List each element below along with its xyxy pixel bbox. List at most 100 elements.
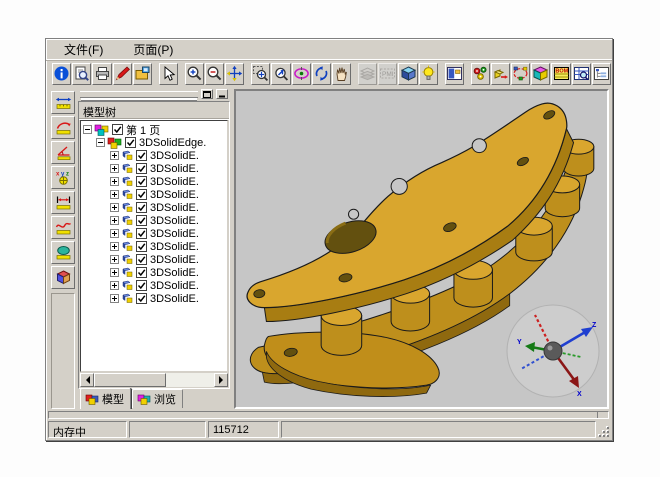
tree-row-part[interactable]: 3DSolidE. [83,188,227,201]
checkbox-checked[interactable] [136,189,147,200]
pan-arrows-button[interactable] [225,63,244,85]
checkbox-checked[interactable] [136,228,147,239]
panel-maximize-button[interactable] [201,89,213,99]
tree-row-part[interactable]: 3DSolidE. [83,227,227,240]
checkbox-checked[interactable] [136,293,147,304]
tree-label[interactable]: 3DSolidE. [150,215,199,227]
tree-label[interactable]: 3DSolidE. [150,150,199,162]
collapse-icon[interactable] [83,125,92,134]
measure-curve-button[interactable] [51,216,75,239]
scrollbar-track[interactable] [166,373,214,387]
tab-model[interactable]: 模型 [80,388,131,409]
tree-row-part[interactable]: 3DSolidE. [83,240,227,253]
tree-label[interactable]: 3DSolidE. [150,254,199,266]
explode-view-button[interactable] [511,63,530,85]
cube-3d-button[interactable] [531,63,550,85]
expand-icon[interactable] [110,229,119,238]
checkbox-checked[interactable] [125,137,136,148]
tree-label[interactable]: 3DSolidE. [150,228,199,240]
zoom-out-button[interactable] [205,63,224,85]
print-preview-button[interactable] [72,63,91,85]
menu-file[interactable]: 文件(F) [60,39,107,60]
rotate-view-button[interactable] [312,63,331,85]
tree-row-part[interactable]: 3DSolidE. [83,149,227,162]
tree-row-part[interactable]: 3DSolidE. [83,162,227,175]
orbit-center-button[interactable] [292,63,311,85]
zoom-in-button[interactable] [185,63,204,85]
checkbox-checked[interactable] [136,254,147,265]
layers-button[interactable] [358,63,377,85]
checkbox-checked[interactable] [136,163,147,174]
measure-linear-button[interactable] [51,91,75,114]
expand-icon[interactable] [110,216,119,225]
tree-row-part[interactable]: 3DSolidE. [83,292,227,305]
tree-row-part[interactable]: 3DSolidE. [83,279,227,292]
lighting-button[interactable] [419,63,438,85]
strip-resize-box[interactable] [597,412,608,418]
measure-radius-button[interactable] [51,116,75,139]
tree-row-part[interactable]: 3DSolidE. [83,201,227,214]
scrollbar-thumb[interactable] [94,373,166,387]
structure-tree-button[interactable] [592,63,611,85]
tree-label[interactable]: 3DSolidE. [150,163,199,175]
tree-label[interactable]: 3DSolidE. [150,189,199,201]
expand-icon[interactable] [110,294,119,303]
checkbox-checked[interactable] [136,241,147,252]
tree-label[interactable]: 3DSolidE. [150,280,199,292]
measure-coordinate-button[interactable]: xyz [51,166,75,189]
resize-grip[interactable] [598,426,610,438]
tree-row-root[interactable]: 第 1 页 [83,123,227,136]
viewport-3d[interactable]: Z X Y [234,89,609,409]
expand-icon[interactable] [110,164,119,173]
panel-titlebar[interactable] [78,89,230,101]
checkbox-checked[interactable] [136,202,147,213]
info-button[interactable] [52,63,71,85]
tree-row-part[interactable]: 3DSolidE. [83,175,227,188]
expand-icon[interactable] [110,268,119,277]
zoom-dynamic-button[interactable] [271,63,290,85]
export-image-button[interactable] [133,63,152,85]
measure-area-button[interactable] [51,241,75,264]
tab-browse[interactable]: 浏览 [132,389,183,408]
checkbox-checked[interactable] [112,124,123,135]
select-cursor-button[interactable] [159,63,178,85]
toggle-panel-button[interactable] [445,63,464,85]
menu-page[interactable]: 页面(P) [129,39,177,60]
pan-hand-button[interactable] [332,63,351,85]
expand-icon[interactable] [110,281,119,290]
checkbox-checked[interactable] [136,215,147,226]
expand-icon[interactable] [110,151,119,160]
trackball-center[interactable] [544,342,562,360]
measure-volume-button[interactable] [51,266,75,289]
scroll-right-button[interactable] [214,373,228,387]
expand-icon[interactable] [110,177,119,186]
tree-row-part[interactable]: 3DSolidE. [83,214,227,227]
measure-angle-button[interactable] [51,141,75,164]
tree-row-part[interactable]: 3DSolidE. [83,266,227,279]
bom-table-button[interactable]: BOM [551,63,570,85]
move-part-button[interactable] [491,63,510,85]
render-mode-button[interactable] [398,63,417,85]
annotate-pen-button[interactable] [113,63,132,85]
measure-distance-button[interactable] [51,191,75,214]
tree-row-part[interactable]: 3DSolidE. [83,253,227,266]
tree-label[interactable]: 第 1 页 [126,122,160,138]
expand-icon[interactable] [110,190,119,199]
tree-label[interactable]: 3DSolidE. [150,241,199,253]
scroll-left-button[interactable] [80,373,94,387]
expand-icon[interactable] [110,255,119,264]
parts-assembly-button[interactable] [471,63,490,85]
panel-gripper[interactable] [80,91,198,98]
tree-label[interactable]: 3DSolidEdge. [139,137,206,149]
table-search-button[interactable] [572,63,591,85]
tree-hscrollbar[interactable] [80,373,228,387]
print-button[interactable] [92,63,111,85]
panel-collapse-button[interactable] [216,89,228,99]
tree-label[interactable]: 3DSolidE. [150,267,199,279]
tree-label[interactable]: 3DSolidE. [150,293,199,305]
checkbox-checked[interactable] [136,176,147,187]
collapse-icon[interactable] [96,138,105,147]
expand-icon[interactable] [110,242,119,251]
checkbox-checked[interactable] [136,267,147,278]
pmi-button[interactable]: PMI [378,63,397,85]
